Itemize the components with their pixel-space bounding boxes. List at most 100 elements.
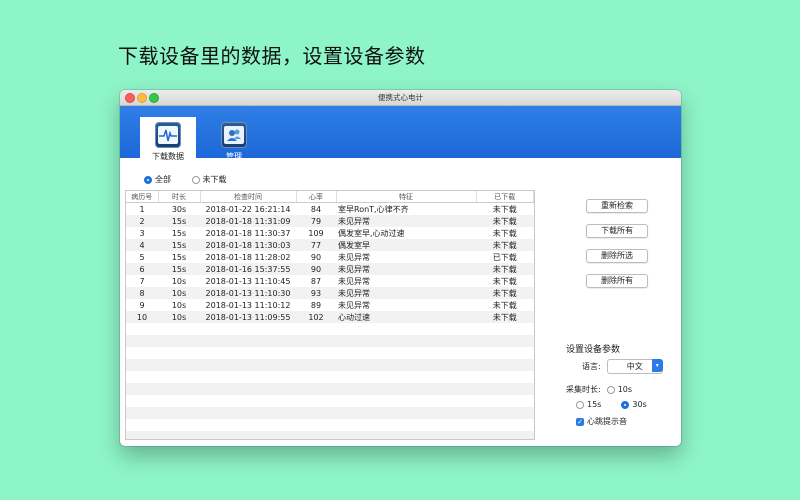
column-header-duration[interactable]: 时长 [158, 191, 201, 203]
table-row[interactable]: 7 10s 2018-01-13 11:10:45 87 未见异常 未下载 [126, 275, 534, 287]
filter-all-radio[interactable]: 全部 [144, 174, 171, 185]
delete-all-button[interactable]: 删除所有 [586, 274, 648, 288]
cell-feature: 偶发室早 [338, 240, 370, 250]
cell-exam-time: 2018-01-13 11:10:30 [205, 288, 291, 298]
cell-heart-rate: 93 [310, 288, 322, 298]
tab-download-data[interactable]: 下载数据 [140, 117, 196, 173]
tab-manage-label: 管理 [226, 152, 242, 161]
cell-exam-time: 2018-01-13 11:10:12 [205, 300, 291, 310]
cell-duration: 15s [171, 252, 187, 262]
language-value: 中文 [626, 362, 643, 371]
cell-heart-rate: 89 [310, 300, 322, 310]
cell-heart-rate: 84 [310, 204, 322, 214]
cell-feature: 未见异常 [338, 276, 370, 286]
cell-duration: 10s [171, 288, 187, 298]
cell-feature: 未见异常 [338, 264, 370, 274]
duration-row: 采集时长: 10s [566, 384, 665, 395]
cell-exam-time: 2018-01-13 11:09:55 [205, 312, 291, 322]
table-row[interactable]: 2 15s 2018-01-18 11:31:09 79 未见异常 未下载 [126, 215, 534, 227]
cell-downloaded: 未下载 [492, 228, 517, 238]
cell-downloaded: 已下载 [492, 252, 517, 262]
table-row[interactable]: 8 10s 2018-01-13 11:10:30 93 未见异常 未下载 [126, 287, 534, 299]
duration-15s-radio[interactable]: 15s [576, 400, 601, 409]
cell-exam-time: 2018-01-13 11:10:45 [205, 276, 291, 286]
download-all-button[interactable]: 下载所有 [586, 224, 648, 238]
column-header-exam-time[interactable]: 检查时间 [200, 191, 297, 203]
cell-feature: 未见异常 [338, 288, 370, 298]
column-header-downloaded[interactable]: 已下载 [476, 191, 534, 203]
table-row[interactable]: 9 10s 2018-01-13 11:10:12 89 未见异常 未下载 [126, 299, 534, 311]
duration-10s-label: 10s [617, 385, 633, 394]
language-select[interactable]: 中文 ▾ [606, 359, 663, 374]
window-title: 便携式心电计 [378, 93, 423, 102]
cell-heart-rate: 90 [310, 264, 322, 274]
table-header-row: 病历号 时长 检查时间 心率 特征 已下载 [126, 191, 534, 203]
cell-feature: 偶发室早,心动过速 [338, 228, 405, 238]
device-settings-panel: 设置设备参数 语言: 中文 ▾ 采集时长: 10s 15s 30s ✓ 心跳提示… [566, 342, 665, 427]
toolbar: 下载数据 管理 [120, 106, 681, 173]
cell-downloaded: 未下载 [492, 216, 517, 226]
column-header-feature[interactable]: 特征 [336, 191, 477, 203]
table-row[interactable]: 10 10s 2018-01-13 11:09:55 102 心动过速 未下载 [126, 311, 534, 323]
checkmark-icon: ✓ [576, 417, 584, 426]
cell-downloaded: 未下载 [492, 312, 517, 322]
cell-exam-time: 2018-01-18 11:31:09 [205, 216, 291, 226]
table-row[interactable]: 5 15s 2018-01-18 11:28:02 90 未见异常 已下载 [126, 251, 534, 263]
close-window-button[interactable] [125, 93, 135, 103]
duration-30s-label: 30s [632, 400, 647, 409]
cell-feature: 未见异常 [338, 252, 370, 262]
cell-downloaded: 未下载 [492, 204, 517, 214]
column-header-heart-rate[interactable]: 心率 [296, 191, 337, 203]
radio-unselected-indicator [191, 175, 200, 184]
settings-title: 设置设备参数 [566, 345, 621, 355]
filter-not-downloaded-label: 未下载 [202, 175, 227, 184]
cell-exam-time: 2018-01-18 11:30:03 [205, 240, 291, 250]
cell-feature: 室早RonT,心律不齐 [338, 204, 409, 214]
table-empty-area [126, 323, 534, 439]
cell-exam-time: 2018-01-18 11:28:02 [205, 252, 291, 262]
cell-record-id: 3 [139, 228, 145, 238]
cell-heart-rate: 109 [308, 228, 324, 238]
tab-manage[interactable]: 管理 [206, 117, 262, 172]
cell-exam-time: 2018-01-18 11:30:37 [205, 228, 291, 238]
column-header-record-id[interactable]: 病历号 [126, 191, 159, 203]
cell-duration: 10s [171, 276, 187, 286]
users-icon [221, 122, 247, 148]
table-row[interactable]: 1 30s 2018-01-22 16:21:14 84 室早RonT,心律不齐 未下载 [126, 203, 534, 216]
cell-downloaded: 未下载 [492, 288, 517, 298]
table-row[interactable]: 3 15s 2018-01-18 11:30:37 109 偶发室早,心动过速 未下载 [126, 227, 534, 239]
cell-record-id: 7 [139, 276, 145, 286]
cell-heart-rate: 87 [310, 276, 322, 286]
cell-record-id: 6 [139, 264, 145, 274]
filter-all-label: 全部 [155, 175, 171, 184]
cell-downloaded: 未下载 [492, 264, 517, 274]
download-filter: 全部 未下载 [144, 174, 245, 186]
records-table[interactable]: 病历号 时长 检查时间 心率 特征 已下载 1 30s 2018-01-22 16:… [125, 190, 535, 440]
filter-not-downloaded-radio[interactable]: 未下载 [191, 174, 227, 185]
cell-duration: 30s [171, 204, 187, 214]
beep-checkbox[interactable]: ✓ 心跳提示音 [576, 416, 665, 427]
tab-download-data-label: 下载数据 [152, 152, 184, 161]
radio-unselected-indicator [576, 400, 584, 409]
cell-record-id: 8 [139, 288, 145, 298]
cell-feature: 未见异常 [338, 216, 370, 226]
radio-unselected-indicator [606, 385, 615, 394]
duration-10s-radio[interactable]: 10s [606, 385, 633, 394]
cell-heart-rate: 90 [310, 252, 322, 262]
cell-record-id: 4 [139, 240, 145, 250]
refresh-button[interactable]: 重新检索 [586, 199, 648, 213]
chevron-down-icon: ▾ [651, 359, 663, 372]
table-row[interactable]: 6 15s 2018-01-16 15:37:55 90 未见异常 未下载 [126, 263, 534, 275]
cell-duration: 15s [171, 216, 187, 226]
minimize-window-button[interactable] [137, 93, 147, 103]
cell-record-id: 2 [139, 216, 145, 226]
zoom-window-button[interactable] [149, 93, 159, 103]
delete-selected-button[interactable]: 删除所选 [586, 249, 648, 263]
duration-30s-radio[interactable]: 30s [621, 400, 647, 409]
cell-exam-time: 2018-01-16 15:37:55 [205, 264, 291, 274]
cell-duration: 10s [171, 312, 187, 322]
table-row[interactable]: 4 15s 2018-01-18 11:30:03 77 偶发室早 未下载 [126, 239, 534, 251]
cell-exam-time: 2018-01-22 16:21:14 [205, 204, 291, 214]
cell-record-id: 1 [139, 204, 145, 214]
duration-label: 采集时长: [566, 385, 601, 394]
